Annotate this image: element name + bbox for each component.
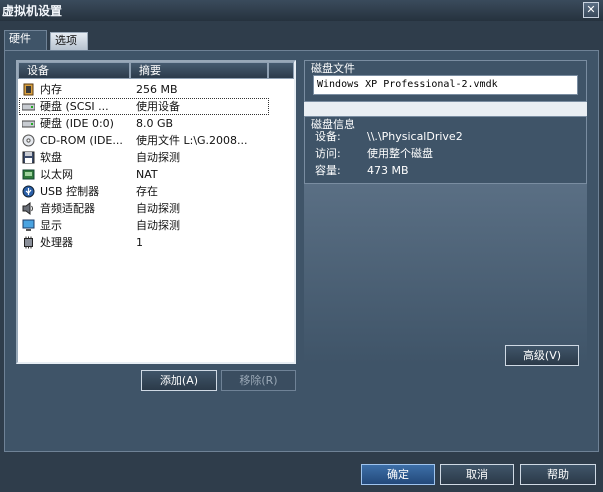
- add-button[interactable]: 添加(A): [141, 370, 217, 391]
- disk-file-group: 磁盘文件 Windows XP Professional-2.vmdk: [304, 60, 587, 102]
- disk-info-value: \\.\PhysicalDrive2: [367, 130, 463, 143]
- cdrom-icon: [22, 134, 35, 147]
- device-summary: 存在: [136, 185, 158, 198]
- tab-hardware[interactable]: 硬件: [4, 30, 47, 51]
- display-icon: [22, 219, 35, 231]
- disk-info-key: 容量:: [315, 164, 341, 177]
- device-summary: 1: [136, 236, 143, 249]
- cancel-button[interactable]: 取消: [440, 464, 514, 485]
- close-icon: ✕: [586, 3, 596, 16]
- device-summary: 使用文件 L:\G.2008...: [136, 134, 248, 147]
- disk-info-device-row: 设备: \\.\PhysicalDrive2: [315, 129, 463, 145]
- device-summary: 自动探测: [136, 202, 180, 215]
- disk-info-access-row: 访问: 使用整个磁盘: [315, 146, 433, 162]
- column-header-device[interactable]: 设备: [18, 62, 130, 79]
- device-label: 内存: [40, 83, 62, 96]
- disk-info-key: 设备:: [315, 130, 341, 143]
- detail-panel-fill: [304, 184, 587, 364]
- close-button[interactable]: ✕: [583, 2, 599, 18]
- disk-info-capacity-row: 容量: 473 MB: [315, 163, 409, 179]
- device-label: 处理器: [40, 236, 73, 249]
- disk-file-title: 磁盘文件: [311, 62, 355, 75]
- device-summary: NAT: [136, 168, 158, 181]
- column-header-summary[interactable]: 摘要: [130, 62, 268, 79]
- device-label: 以太网: [40, 168, 73, 181]
- device-list-header: 设备 摘要: [18, 62, 294, 79]
- device-label: USB 控制器: [40, 185, 100, 198]
- disk-info-group: 磁盘信息 设备: \\.\PhysicalDrive2 访问: 使用整个磁盘 容量:…: [304, 116, 587, 184]
- device-label: 显示: [40, 219, 62, 232]
- device-label: CD-ROM (IDE...: [40, 134, 123, 147]
- device-row-display[interactable]: 显示 自动探测: [18, 217, 294, 234]
- audio-icon: [22, 202, 33, 215]
- device-summary: 8.0 GB: [136, 117, 174, 130]
- device-label: 软盘: [40, 151, 62, 164]
- device-label: 硬盘 (IDE 0:0): [40, 117, 114, 130]
- disk-file-field[interactable]: Windows XP Professional-2.vmdk: [313, 75, 578, 95]
- usb-icon: [22, 185, 35, 198]
- device-list[interactable]: 设备 摘要 内存 256 MB 硬盘 (SCSI ... 使用设备 硬盘 (ID…: [16, 60, 296, 364]
- window-titlebar[interactable]: 虚拟机设置 ✕: [0, 0, 603, 21]
- ok-button[interactable]: 确定: [361, 464, 435, 485]
- disk-info-value: 使用整个磁盘: [367, 147, 433, 160]
- tab-options[interactable]: 选项: [50, 32, 88, 50]
- device-row-hard-disk-scsi[interactable]: 硬盘 (SCSI ... 使用设备: [18, 98, 294, 115]
- device-row-ethernet[interactable]: 以太网 NAT: [18, 166, 294, 183]
- device-row-cdrom[interactable]: CD-ROM (IDE... 使用文件 L:\G.2008...: [18, 132, 294, 149]
- hard-disk-icon: [22, 103, 35, 111]
- device-row-audio[interactable]: 音频适配器 自动探测: [18, 200, 294, 217]
- processor-icon: [24, 236, 33, 249]
- hard-disk-icon: [22, 120, 35, 128]
- device-label: 音频适配器: [40, 202, 95, 215]
- device-row-usb[interactable]: USB 控制器 存在: [18, 183, 294, 200]
- disk-info-key: 访问:: [315, 147, 341, 160]
- device-row-memory[interactable]: 内存 256 MB: [18, 81, 294, 98]
- floppy-icon: [22, 151, 35, 164]
- help-button[interactable]: 帮助: [520, 464, 596, 485]
- advanced-button[interactable]: 高级(V): [505, 345, 579, 366]
- memory-icon: [23, 83, 34, 96]
- device-row-hard-disk-ide[interactable]: 硬盘 (IDE 0:0) 8.0 GB: [18, 115, 294, 132]
- disk-info-value: 473 MB: [367, 164, 409, 177]
- window-title: 虚拟机设置: [2, 4, 63, 18]
- device-summary: 自动探测: [136, 151, 180, 164]
- device-detail-panel: 磁盘文件 Windows XP Professional-2.vmdk 磁盘信息…: [304, 60, 587, 364]
- device-summary: 256 MB: [136, 83, 178, 96]
- device-row-processor[interactable]: 处理器 1: [18, 234, 294, 251]
- device-summary: 使用设备: [136, 100, 180, 113]
- ethernet-icon: [22, 169, 35, 180]
- dialog-footer: 确定 取消 帮助: [0, 452, 603, 492]
- device-summary: 自动探测: [136, 219, 180, 232]
- remove-button[interactable]: 移除(R): [221, 370, 296, 391]
- device-rows: 内存 256 MB 硬盘 (SCSI ... 使用设备 硬盘 (IDE 0:0)…: [18, 81, 294, 251]
- device-label: 硬盘 (SCSI ...: [40, 100, 109, 113]
- column-header-filler: [268, 62, 294, 79]
- device-row-floppy[interactable]: 软盘 自动探测: [18, 149, 294, 166]
